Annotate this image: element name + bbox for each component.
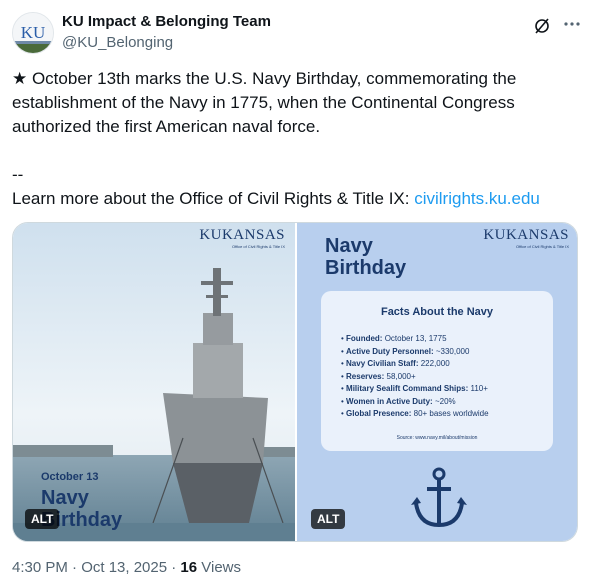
facts-title: Facts About the Navy xyxy=(380,306,494,318)
media-grid: KUKANSAS Office of Civil Rights & Title … xyxy=(12,222,578,542)
fact-item: • Founded: October 13, 1775 xyxy=(341,333,546,346)
fact-item: • Global Presence: 80+ bases worldwide xyxy=(341,408,546,421)
alt-badge-right[interactable]: ALT xyxy=(311,509,346,529)
civilrights-link[interactable]: civilrights.ku.edu xyxy=(414,189,540,208)
alt-badge-left[interactable]: ALT xyxy=(25,509,60,529)
tweet-learn-more: Learn more about the Office of Civil Rig… xyxy=(12,187,582,211)
author-name[interactable]: KU Impact & Belonging Team xyxy=(62,13,271,30)
tweet-text: ★ October 13th marks the U.S. Navy Birth… xyxy=(12,67,582,211)
author-handle[interactable]: @KU_Belonging xyxy=(62,34,173,51)
anchor-icon xyxy=(411,467,467,536)
fact-value: October 13, 1775 xyxy=(382,334,447,343)
fact-item: • Active Duty Personnel: ~330,000 xyxy=(341,346,546,359)
right-brand: KUKANSAS Office of Civil Rights & Title … xyxy=(483,227,569,249)
right-title-1: Navy xyxy=(325,235,373,257)
fact-label: Navy Civilian Staff: xyxy=(346,359,419,368)
left-date: October 13 xyxy=(41,471,99,483)
ku-logo-icon: KU xyxy=(13,13,53,53)
fact-label: Global Presence: xyxy=(346,409,412,418)
fact-item: • Military Sealift Command Ships: 110+ xyxy=(341,383,546,396)
views-label: Views xyxy=(197,559,242,576)
avatar[interactable]: KU xyxy=(12,12,54,54)
fact-item: • Reserves: 58,000+ xyxy=(341,371,546,384)
learn-more-text: Learn more about the Office of Civil Rig… xyxy=(12,189,415,208)
fact-label: Reserves: xyxy=(346,371,385,381)
fact-item: • Navy Civilian Staff: 222,000 xyxy=(341,358,546,371)
fact-value: 222,000 xyxy=(418,359,450,368)
tweet-header: KU KU Impact & Belonging Team @KU_Belong… xyxy=(12,8,595,56)
facts-card: Facts About the Navy • Founded: October … xyxy=(321,291,553,451)
fact-value: 58,000+ xyxy=(384,371,416,381)
fact-value: 80+ bases worldwide xyxy=(411,409,489,418)
fact-label: Women in Active Duty: xyxy=(346,396,433,406)
tweet-line-1: ★ October 13th marks the U.S. Navy Birth… xyxy=(12,69,517,136)
fact-value: ~330,000 xyxy=(433,346,470,356)
tweet-meta: 4:30 PM · Oct 13, 2025 · 16 Views xyxy=(12,559,241,576)
fact-item: • Women in Active Duty: ~20% xyxy=(341,396,546,409)
right-title-2: Birthday xyxy=(325,257,407,279)
svg-text:KU: KU xyxy=(21,23,46,42)
fact-value: ~20% xyxy=(432,396,456,406)
navy-ship-image[interactable]: KUKANSAS Office of Civil Rights & Title … xyxy=(13,223,295,541)
facts-source: Source: www.navy.mil/about/mission xyxy=(396,435,478,441)
left-title-1: Navy xyxy=(41,487,89,509)
fact-label: Founded: xyxy=(346,334,383,343)
fact-value: 110+ xyxy=(468,384,488,393)
facts-list: • Founded: October 13, 1775 • Active Duty… xyxy=(341,333,546,421)
left-brand: KUKANSAS Office of Civil Rights & Title … xyxy=(199,227,285,249)
more-options-icon[interactable] xyxy=(562,14,582,34)
grok-icon[interactable] xyxy=(532,16,552,36)
fact-label: Military Sealift Command Ships: xyxy=(346,384,469,393)
fact-label: Active Duty Personnel: xyxy=(346,346,434,356)
navy-facts-image[interactable]: KUKANSAS Office of Civil Rights & Title … xyxy=(297,223,577,541)
timestamp[interactable]: 4:30 PM · Oct 13, 2025 · xyxy=(12,559,180,576)
tweet-separator: -- xyxy=(12,165,24,184)
views-count: 16 xyxy=(180,559,198,576)
